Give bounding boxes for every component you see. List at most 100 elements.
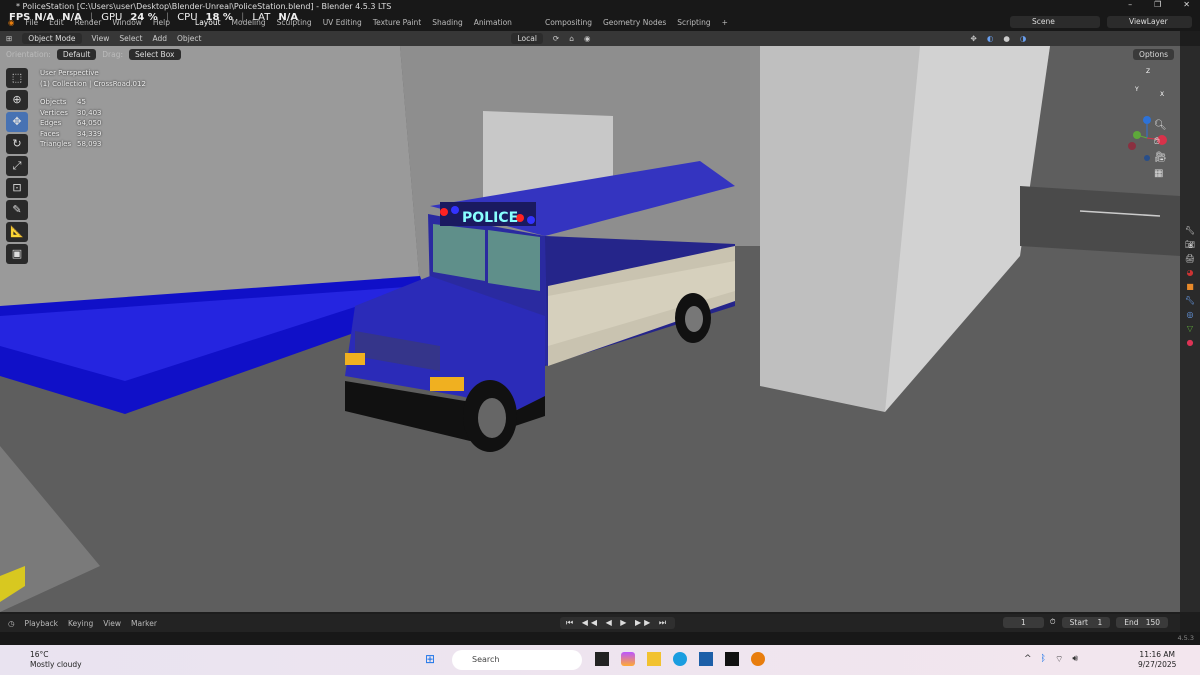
tab-compositing[interactable]: Compositing: [545, 18, 592, 27]
shading-material-icon[interactable]: ◑: [1020, 34, 1027, 43]
view-name: User Perspective: [40, 69, 99, 77]
cpu-label: CPU: [177, 12, 198, 23]
scale-tool-icon[interactable]: ⤢: [6, 156, 28, 176]
zoom-icon[interactable]: 🔍︎: [1154, 120, 1167, 131]
3d-viewport[interactable]: POLICE: [0, 46, 1180, 612]
properties-tabs: 🔧︎ 📷︎ 🖨︎ ◕ ■ 🔧︎ ◎ ▽ ●: [1180, 46, 1200, 612]
physics-tab-icon[interactable]: ◎: [1187, 310, 1194, 319]
overlay-toggle-icon[interactable]: ◐: [987, 34, 994, 43]
start-frame-field[interactable]: Start 1: [1061, 617, 1111, 628]
police-sign: POLICE: [462, 210, 518, 226]
material-tab-icon[interactable]: ●: [1187, 338, 1194, 347]
tab-texture-paint[interactable]: Texture Paint: [373, 18, 421, 27]
store-icon[interactable]: [699, 652, 713, 666]
stat-label: Vertices: [40, 108, 68, 117]
bluetooth-icon[interactable]: ᛒ: [1041, 654, 1046, 665]
snap-icon[interactable]: ⌂: [569, 34, 574, 43]
gizmo-toggle-icon[interactable]: ✥: [971, 34, 977, 43]
menu-add[interactable]: Add: [153, 34, 168, 43]
scene-selector[interactable]: Scene: [1010, 16, 1100, 28]
menu-playback[interactable]: Playback: [25, 619, 58, 628]
playback-controls[interactable]: ⏮ ◀◀ ◀ ▶ ▶▶ ⏭: [560, 617, 676, 629]
blender-taskbar-icon[interactable]: [751, 652, 765, 666]
move-tool-icon[interactable]: ✥: [6, 112, 28, 132]
tray-overflow-icon[interactable]: ^: [1024, 654, 1032, 665]
object-tab-icon[interactable]: ■: [1186, 282, 1194, 291]
perspective-grid-icon[interactable]: ▦: [1154, 168, 1167, 179]
options-dropdown[interactable]: Options: [1133, 49, 1174, 60]
drag-dropdown[interactable]: Select Box: [129, 48, 181, 60]
gizmo-z-label[interactable]: Z: [1146, 68, 1150, 75]
pivot-icon[interactable]: ⟳: [553, 34, 559, 43]
proportional-edit-icon[interactable]: ◉: [584, 34, 591, 43]
clock[interactable]: 11:16 AM 9/27/2025: [1138, 650, 1176, 670]
wifi-icon[interactable]: ⌔: [1055, 654, 1063, 665]
orientation-dropdown[interactable]: Default: [56, 48, 97, 60]
window-title: * PoliceStation [C:\Users\user\Desktop\B…: [16, 2, 392, 11]
copilot-icon[interactable]: [621, 652, 635, 666]
gizmo-y-label[interactable]: Y: [1135, 86, 1139, 93]
menu-marker[interactable]: Marker: [131, 619, 157, 628]
taskbar-search[interactable]: Search: [452, 650, 582, 670]
editor-type-icon[interactable]: ⊞: [6, 34, 12, 43]
navigation-controls: 🔍︎ ✋︎ 🎥︎ ▦: [1154, 120, 1167, 179]
rotate-tool-icon[interactable]: ↻: [6, 134, 28, 154]
add-cube-tool-icon[interactable]: ▣: [6, 244, 28, 264]
stat-label: Edges: [40, 119, 62, 127]
tool-tab-icon[interactable]: 🔧︎: [1185, 226, 1195, 235]
menu-timeline-view[interactable]: View: [103, 619, 121, 628]
stopwatch-icon[interactable]: ⏱: [1050, 617, 1056, 628]
shading-solid-icon[interactable]: ●: [1003, 34, 1010, 43]
volume-icon[interactable]: 🔊︎: [1072, 654, 1078, 665]
stat-label: Triangles: [40, 140, 72, 148]
scene-tab-icon[interactable]: ◕: [1187, 268, 1194, 277]
pan-hand-icon[interactable]: ✋︎: [1154, 136, 1167, 147]
tab-geometry-nodes[interactable]: Geometry Nodes: [603, 18, 666, 27]
stat-label: Objects: [40, 98, 67, 106]
mode-dropdown[interactable]: Object Mode: [22, 33, 82, 44]
cursor-tool-icon[interactable]: ⊕: [6, 90, 28, 110]
frame-range: 1 ⏱ Start 1 End 150: [1003, 617, 1169, 628]
add-workspace-button[interactable]: +: [722, 18, 728, 27]
modifier-tab-icon[interactable]: 🔧︎: [1185, 296, 1195, 305]
start-button-icon[interactable]: ⊞: [425, 652, 435, 666]
task-view-icon[interactable]: [595, 652, 609, 666]
menu-keying[interactable]: Keying: [68, 619, 93, 628]
select-box-tool-icon[interactable]: ⬚: [6, 68, 28, 88]
stat-value: 34,339: [77, 129, 102, 138]
current-frame-field[interactable]: 1: [1003, 617, 1044, 628]
scene-statistics: Objects 45 Vertices 30,403 Edges 64,050 Fac…: [40, 97, 102, 150]
edge-icon[interactable]: [673, 652, 687, 666]
drag-label: Drag:: [102, 49, 124, 59]
tab-scripting[interactable]: Scripting: [677, 18, 710, 27]
gizmo-x-label[interactable]: X: [1160, 91, 1164, 98]
menu-select[interactable]: Select: [119, 34, 142, 43]
transform-tool-icon[interactable]: ⊡: [6, 178, 28, 198]
close-button[interactable]: ✕: [1183, 0, 1190, 14]
tab-uv-editing[interactable]: UV Editing: [323, 18, 362, 27]
output-tab-icon[interactable]: 🖨︎: [1185, 254, 1195, 263]
epic-games-icon[interactable]: [725, 652, 739, 666]
minimize-button[interactable]: –: [1128, 0, 1132, 14]
file-explorer-icon[interactable]: [647, 652, 661, 666]
view-layer-selector[interactable]: ViewLayer: [1107, 16, 1192, 28]
end-frame-field[interactable]: End 150: [1116, 617, 1169, 628]
weather-widget[interactable]: 16°C Mostly cloudy: [14, 650, 82, 670]
annotate-tool-icon[interactable]: ✎: [6, 200, 28, 220]
stat-label: Faces: [40, 129, 60, 138]
tab-shading[interactable]: Shading: [432, 18, 462, 27]
tab-animation[interactable]: Animation: [474, 18, 512, 27]
stat-value: 64,050: [77, 119, 102, 127]
data-tab-icon[interactable]: ▽: [1187, 324, 1193, 333]
maximize-button[interactable]: ❐: [1154, 0, 1161, 14]
stat-value: 30,403: [77, 108, 102, 117]
measure-tool-icon[interactable]: 📐: [6, 222, 28, 242]
camera-view-icon[interactable]: 🎥︎: [1154, 152, 1167, 163]
render-tab-icon[interactable]: 📷︎: [1185, 240, 1195, 249]
status-bar: 4.5.3: [0, 632, 1200, 645]
transform-orientation-dropdown[interactable]: Local: [511, 33, 543, 44]
menu-object[interactable]: Object: [177, 34, 201, 43]
timeline-editor-icon[interactable]: ◷: [8, 619, 15, 628]
pinned-apps: [595, 652, 765, 666]
menu-view[interactable]: View: [92, 34, 110, 43]
